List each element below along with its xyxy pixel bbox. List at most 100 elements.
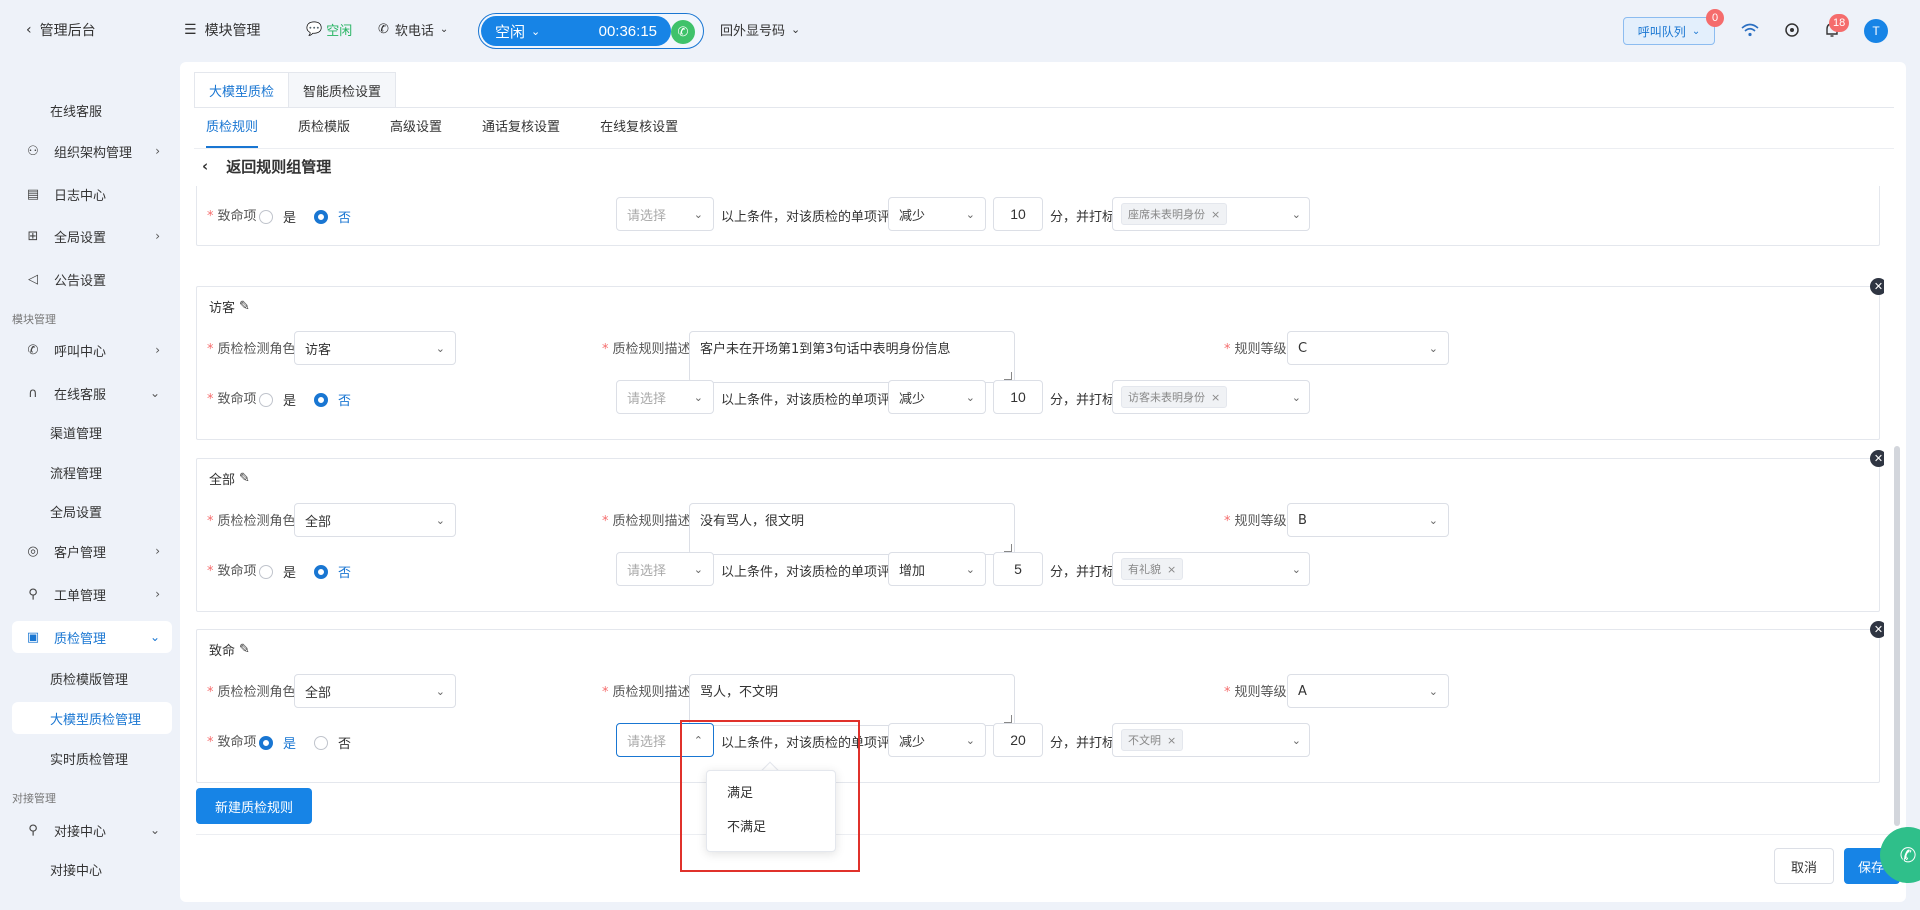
sidebar-sub-dock-center[interactable]: 对接中心 [12,853,172,885]
tab-call-review[interactable]: 通话复核设置 [482,118,560,148]
role-select[interactable]: 全部 ⌄ [294,674,456,708]
condition-text: 以上条件，对该质检的单项评分 [721,393,904,408]
fatal-yes-radio[interactable]: 是 [259,562,296,581]
back-to-rule-group-label: 返回规则组管理 [226,157,332,176]
tab-advanced[interactable]: 高级设置 [390,118,442,148]
sidebar-sub-channel[interactable]: 渠道管理 [12,416,172,448]
condition-select[interactable]: 请选择 ⌄ [616,552,714,586]
rule-title: 访客 ✎ [209,299,250,316]
desc-textarea[interactable]: 骂人，不文明 [689,674,1015,726]
sidebar-item-log[interactable]: ▤ 日志中心 [12,178,172,210]
sidebar-sub-llm-qc[interactable]: 大模型质检管理 [12,702,172,734]
outbound-number-select[interactable]: 回外显号码 ⌄ [720,20,800,39]
tab-qc-rules[interactable]: 质检规则 [206,118,259,148]
sidebar-item-quality[interactable]: ▣ 质检管理 ⌄ [12,621,172,653]
sidebar-sub-global[interactable]: 全局设置 [12,495,172,527]
chevron-down-icon: ⌄ [435,513,445,527]
fatal-no-radio[interactable]: 否 [314,207,351,226]
sidebar-item-online-service[interactable]: ∩ 在线客服 ⌄ [12,377,172,409]
dropdown-option-satisfied[interactable]: 满足 [707,777,835,811]
settings-icon: ⊞ [27,228,39,244]
condition-select[interactable]: 请选择 ⌄ [616,380,714,414]
role-label: * 质检检测角色 [207,514,296,529]
score-op-select[interactable]: 减少 ⌄ [888,197,986,231]
fatal-no-radio[interactable]: 否 [314,733,351,752]
close-icon[interactable]: × [1211,391,1220,404]
tab-llm-qc[interactable]: 大模型质检 [194,72,290,108]
fatal-yes-radio[interactable]: 是 [259,733,296,752]
divider [194,148,1894,149]
back-to-rule-group[interactable]: ‹ 返回规则组管理 [202,150,331,182]
score-input[interactable]: 10 [993,380,1043,414]
tab-qc-template[interactable]: 质检模版 [298,118,350,148]
score-op-select[interactable]: 减少 ⌄ [888,380,986,414]
sidebar-sub-realtime-qc[interactable]: 实时质检管理 [12,742,172,774]
sidebar-item-customer[interactable]: ◎ 客户管理 › [12,535,172,567]
score-op-select[interactable]: 减少 ⌄ [888,723,986,757]
close-icon[interactable]: ✕ [1870,621,1884,638]
close-icon[interactable]: ✕ [1870,450,1884,467]
wifi-icon[interactable] [1740,20,1760,40]
sidebar-sub-flow[interactable]: 流程管理 [12,456,172,488]
sidebar-item-ticket[interactable]: ⚲ 工单管理 › [12,578,172,610]
fatal-no-radio[interactable]: 否 [314,562,351,581]
level-select[interactable]: A ⌄ [1287,674,1449,708]
score-input[interactable]: 5 [993,552,1043,586]
tab-online-review[interactable]: 在线复核设置 [600,118,678,148]
sidebar-group-dock: 对接管理 [12,792,56,805]
module-management-button[interactable]: ☰ 模块管理 [184,20,261,40]
close-icon[interactable]: × [1167,563,1176,576]
desc-textarea[interactable]: 没有骂人，很文明 [689,503,1015,555]
edit-icon[interactable]: ✎ [239,642,250,657]
call-status-pill[interactable]: 空闲 ⌄ 00:36:15 [481,16,671,46]
role-select[interactable]: 访客 ⌄ [294,331,456,365]
sidebar-item-global-settings[interactable]: ⊞ 全局设置 › [12,220,172,252]
vertical-scrollbar[interactable] [1894,446,1900,826]
desc-textarea[interactable]: 客户未在开场第1到第3句话中表明身份信息 [689,331,1015,383]
tag-select[interactable]: 不文明 × ⌄ [1112,723,1310,757]
fatal-no-radio[interactable]: 否 [314,390,351,409]
chevron-down-icon: ⌄ [693,390,703,404]
score-input[interactable]: 10 [993,197,1043,231]
link-icon: ⚲ [28,822,38,838]
phone-answer-icon[interactable]: ✆ [671,20,695,44]
edit-icon[interactable]: ✎ [239,471,250,486]
sidebar-sub-qc-template[interactable]: 质检模版管理 [12,662,172,694]
close-icon[interactable]: × [1167,734,1176,747]
fatal-yes-radio[interactable]: 是 [259,390,296,409]
sidebar-item-dock-center[interactable]: ⚲ 对接中心 ⌄ [12,814,172,846]
tab-smart-qc-settings[interactable]: 智能质检设置 [289,72,397,108]
queue-badge: 0 [1706,9,1724,27]
close-icon[interactable]: ✕ [1870,278,1884,295]
avatar[interactable]: T [1864,19,1888,43]
condition-select[interactable]: 请选择 ⌃ [616,723,714,757]
condition-text: 以上条件，对该质检的单项评分 [721,565,904,580]
condition-select[interactable]: 请选择 ⌄ [616,197,714,231]
sidebar-item-org[interactable]: ⚇ 组织架构管理 › [12,135,172,167]
sidebar-sub-online-service[interactable]: 在线客服 [12,94,172,126]
level-select[interactable]: B ⌄ [1287,503,1449,537]
new-rule-button[interactable]: 新建质检规则 [196,788,312,824]
agent-status[interactable]: 💬 空闲 [306,20,352,39]
cancel-button[interactable]: 取消 [1774,848,1834,884]
back-to-admin[interactable]: ‹ 管理后台 [26,20,96,40]
rules-scroll-area[interactable]: * 致命项 是 否 请选择 ⌄ 以上条件，对该质检的单项评分 减少 ⌄ 10 分，并打… [180,186,1884,902]
score-op-select[interactable]: 增加 ⌄ [888,552,986,586]
score-input[interactable]: 20 [993,723,1043,757]
edit-icon[interactable]: ✎ [239,299,250,314]
close-icon[interactable]: × [1211,208,1220,221]
resize-handle-icon [1004,372,1012,380]
fatal-yes-radio[interactable]: 是 [259,207,296,226]
dropdown-option-unsatisfied[interactable]: 不满足 [707,811,835,845]
tag-select[interactable]: 座席未表明身份 × ⌄ [1112,197,1310,231]
role-select[interactable]: 全部 ⌄ [294,503,456,537]
sidebar-item-call-center[interactable]: ✆ 呼叫中心 › [12,334,172,366]
call-queue-button[interactable]: 呼叫队列 ⌄ [1623,17,1715,45]
refresh-icon[interactable] [1782,20,1802,40]
sidebar-item-announcement[interactable]: ◁ 公告设置 [12,263,172,295]
level-select[interactable]: C ⌄ [1287,331,1449,365]
call-status-label: 空闲 [495,22,526,41]
tag-select[interactable]: 访客未表明身份 × ⌄ [1112,380,1310,414]
softphone-menu[interactable]: ✆ 软电话 ⌄ [378,20,448,39]
tag-select[interactable]: 有礼貌 × ⌄ [1112,552,1310,586]
